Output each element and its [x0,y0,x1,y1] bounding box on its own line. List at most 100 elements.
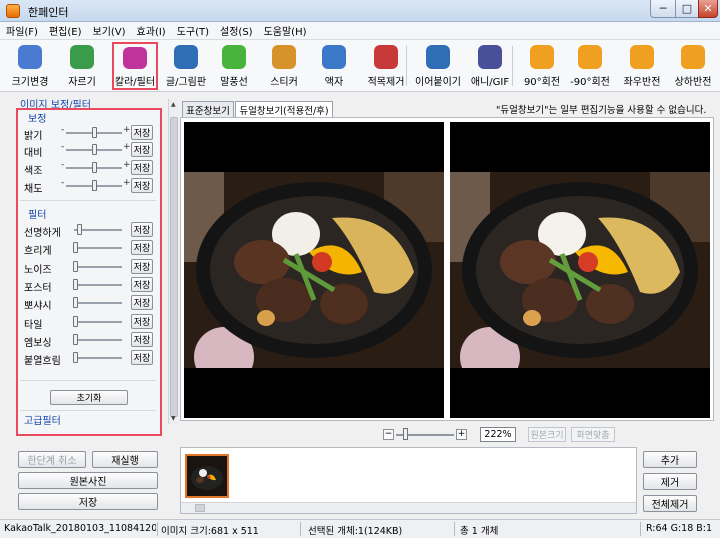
image-after[interactable] [450,122,710,418]
remove-all-button[interactable]: 전체제거 [643,495,697,512]
correction-slider-thumb[interactable] [92,180,97,191]
crop-icon [70,45,94,69]
filter-slider-thumb[interactable] [73,279,78,290]
filter-slider-thumb[interactable] [77,224,82,235]
toolbar: 크기변경 자르기 칼라/필터 글/그림판 말풍선 스티커 액자 적목제거 이어붙이기 애니/GIF… [0,40,720,92]
decrease-icon[interactable]: - [61,125,64,135]
original-size-button[interactable]: 원본크기 [528,427,566,442]
filter-slider[interactable] [74,302,122,304]
decrease-icon[interactable]: - [61,142,64,152]
close-button[interactable]: ✕ [698,0,718,18]
correction-save-button[interactable]: 저장 [131,178,153,193]
tool-crop[interactable]: 자르기 [58,42,106,90]
flip-v-icon [681,45,705,69]
menu-effects[interactable]: 효과(I) [137,23,166,38]
tab-standard-view[interactable]: 표준창보기 [182,101,234,117]
zoom-in-button[interactable]: + [456,429,467,440]
zoom-value[interactable]: 222% [480,427,516,442]
menu-view[interactable]: 보기(V) [93,23,126,38]
tool-label: 칼라/필터 [114,77,156,88]
filter-slider-thumb[interactable] [73,334,78,345]
filter-save-button[interactable]: 저장 [131,295,153,310]
minimize-button[interactable]: ─ [650,0,676,18]
add-button[interactable]: 추가 [643,451,697,468]
filter-slider-thumb[interactable] [73,242,78,253]
tool-frame[interactable]: 액자 [312,42,356,90]
zoom-slider-thumb[interactable] [403,428,408,440]
decrease-icon[interactable]: - [61,178,64,188]
filter-slider[interactable] [74,339,122,341]
tool-text-paint[interactable]: 글/그림판 [162,42,210,90]
tool-flip-h[interactable]: 좌우반전 [618,42,666,90]
fit-screen-button[interactable]: 화면맞춤 [571,427,615,442]
filter-slider-thumb[interactable] [73,297,78,308]
tool-sticker[interactable]: 스티커 [262,42,306,90]
tool-label: 좌우반전 [623,77,661,88]
correction-slider-thumb[interactable] [92,127,97,138]
panel-scrollbar[interactable]: ▲ ▼ [168,99,179,424]
menu-settings[interactable]: 설정(S) [220,23,253,38]
tool-flip-v[interactable]: 상하반전 [668,42,718,90]
filter-slider-thumb[interactable] [73,316,78,327]
tool-label: 액자 [324,77,344,88]
filter-slider[interactable] [74,357,122,359]
tool-rotate-ccw[interactable]: -90°회전 [566,42,614,90]
correction-save-button[interactable]: 저장 [131,160,153,175]
tool-red-eye[interactable]: 적목제거 [362,42,410,90]
filter-save-button[interactable]: 저장 [131,332,153,347]
correction-slider-thumb[interactable] [92,144,97,155]
thumbnail-scroll-thumb[interactable] [195,504,205,512]
filter-save-button[interactable]: 저장 [131,222,153,237]
correction-save-button[interactable]: 저장 [131,125,153,140]
tool-animation[interactable]: 애니/GIF [468,42,512,90]
scroll-thumb[interactable] [170,117,178,417]
filter-save-button[interactable]: 저장 [131,259,153,274]
increase-icon[interactable]: + [123,160,131,170]
tool-rotate-cw[interactable]: 90°회전 [518,42,566,90]
thumbnail-scrollbar[interactable] [181,502,636,513]
filter-save-button[interactable]: 저장 [131,314,153,329]
decrease-icon[interactable]: - [61,160,64,170]
redo-button[interactable]: 재실행 [92,451,158,468]
undo-button[interactable]: 한단계 취소 [18,451,86,468]
tool-label: 말풍선 [220,77,248,88]
menu-edit[interactable]: 편집(E) [49,23,82,38]
menu-help[interactable]: 도움말(H) [264,23,307,38]
tool-speech-bubble[interactable]: 말풍선 [212,42,256,90]
tab-dual-view[interactable]: 듀얼창보기(적용전/후) [235,101,333,117]
increase-icon[interactable]: + [123,142,131,152]
filter-label: 흐리게 [24,246,52,257]
correction-save-button[interactable]: 저장 [131,142,153,157]
filter-slider[interactable] [74,321,122,323]
increase-icon[interactable]: + [123,178,131,188]
filter-slider-thumb[interactable] [73,352,78,363]
increase-icon[interactable]: + [123,125,131,135]
filter-label: 노이즈 [24,265,52,276]
filter-save-button[interactable]: 저장 [131,277,153,292]
filter-slider[interactable] [74,247,122,249]
original-photo-button[interactable]: 원본사진 [18,472,158,489]
menu-file[interactable]: 파일(F) [6,23,38,38]
scroll-up-icon[interactable]: ▲ [171,101,176,108]
tool-color-filter[interactable]: 칼라/필터 [112,42,158,90]
correction-slider-thumb[interactable] [92,162,97,173]
zoom-out-button[interactable]: − [383,429,394,440]
menu-tools[interactable]: 도구(T) [177,23,209,38]
filter-slider[interactable] [74,266,122,268]
reset-button[interactable]: 초기화 [50,390,128,405]
thumbnail-image[interactable] [185,454,229,498]
remove-button[interactable]: 제거 [643,473,697,490]
tool-merge[interactable]: 이어붙이기 [412,42,464,90]
scroll-down-icon[interactable]: ▼ [171,415,176,422]
advanced-filter-header[interactable]: 고급필터 [24,412,61,427]
flip-h-icon [630,45,654,69]
filter-slider[interactable] [74,284,122,286]
filter-label: 타일 [24,320,43,331]
tool-resize[interactable]: 크기변경 [4,42,56,90]
filter-slider-thumb[interactable] [73,261,78,272]
maximize-button[interactable]: □ [675,0,699,18]
filter-save-button[interactable]: 저장 [131,350,153,365]
filter-save-button[interactable]: 저장 [131,240,153,255]
save-image-button[interactable]: 저장 [18,493,158,510]
image-before[interactable] [184,122,444,418]
